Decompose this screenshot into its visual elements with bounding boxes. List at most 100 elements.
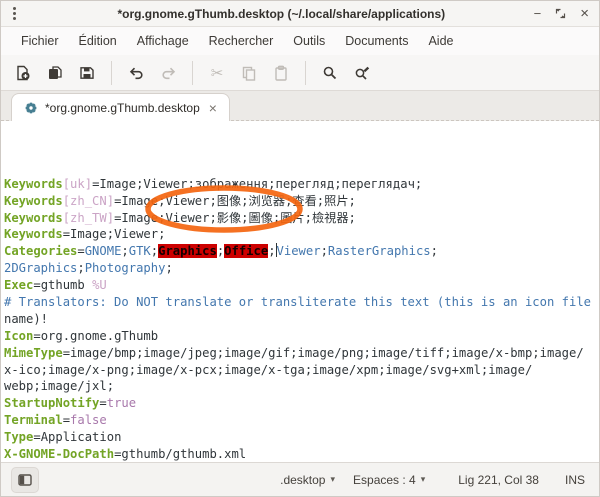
code-segment: Viewer	[277, 244, 321, 258]
code-segment: X-GNOME-DocPath	[4, 447, 114, 461]
code-segment: =	[63, 413, 70, 427]
save-button[interactable]	[71, 59, 103, 87]
window-title: *org.gnome.gThumb.desktop (~/.local/shar…	[29, 7, 534, 21]
window-controls: − ×	[534, 6, 591, 21]
cut-icon: ✂	[211, 64, 224, 82]
redo-button[interactable]	[152, 59, 184, 87]
toolbar-separator	[305, 61, 306, 85]
code-segment: =Application	[33, 430, 121, 444]
code-line: # Translators: Do NOT translate or trans…	[4, 294, 599, 311]
chevron-down-icon: ▾	[330, 474, 335, 485]
code-segment: Office	[224, 244, 268, 258]
gedit-window: *org.gnome.gThumb.desktop (~/.local/shar…	[0, 0, 600, 497]
code-line: Keywords[uk]=Image;Viewer;зображення;пер…	[4, 176, 599, 193]
code-segment: =Image;Viewer;图像;浏览器;查看;照片;	[114, 194, 356, 208]
code-segment: ;	[151, 244, 158, 258]
restore-icon	[555, 8, 566, 19]
cursor-position[interactable]: Lig 221, Col 38	[448, 469, 549, 491]
code-segment: MimeType	[4, 346, 63, 360]
statusbar: .desktop ▾ Espaces : 4 ▾ Lig 221, Col 38…	[1, 462, 599, 496]
search-icon	[322, 65, 338, 81]
code-segment: ;	[165, 261, 172, 275]
code-segment: true	[107, 396, 136, 410]
new-document-button[interactable]	[7, 59, 39, 87]
open-button[interactable]	[39, 59, 71, 87]
code-segment: =gthumb	[33, 278, 92, 292]
tab-width-label: Espaces : 4	[353, 473, 416, 487]
language-selector[interactable]: .desktop ▾	[271, 469, 344, 491]
cut-button[interactable]: ✂	[201, 59, 233, 87]
toolbar: ✂	[1, 55, 599, 91]
titlebar: *org.gnome.gThumb.desktop (~/.local/shar…	[1, 1, 599, 27]
copy-button[interactable]	[233, 59, 265, 87]
text-editor-area[interactable]: Keywords[uk]=Image;Viewer;зображення;пер…	[1, 121, 599, 462]
code-segment: Keywords	[4, 194, 63, 208]
code-line: webp;image/jxl;	[4, 378, 599, 395]
gear-icon	[24, 101, 38, 115]
code-line: name)!	[4, 311, 599, 328]
code-segment: Type	[4, 430, 33, 444]
restore-button[interactable]	[555, 8, 566, 19]
code-segment: =Image;Viewer;зображення;перегляд;перегл…	[92, 177, 422, 191]
code-line: Exec=gthumb %U	[4, 277, 599, 294]
side-panel-icon	[18, 474, 32, 486]
tab-close-button[interactable]: ×	[207, 101, 219, 115]
code-segment: %U	[92, 278, 107, 292]
tab-gthumb-desktop[interactable]: *org.gnome.gThumb.desktop ×	[11, 93, 230, 121]
code-segment: GNOME	[85, 244, 122, 258]
tabbar: *org.gnome.gThumb.desktop ×	[1, 91, 599, 121]
code-line: StartupNotify=true	[4, 395, 599, 412]
close-window-button[interactable]: ×	[580, 6, 589, 21]
code-segment: =org.gnome.gThumb	[33, 329, 158, 343]
code-segment: RasterGraphics	[328, 244, 431, 258]
redo-icon	[160, 65, 177, 81]
code-segment: =Image;Viewer;	[63, 227, 166, 241]
tab-width-selector[interactable]: Espaces : 4 ▾	[344, 469, 434, 491]
code-segment: # Translators: Do NOT translate or trans…	[4, 295, 591, 309]
code-segment: StartupNotify	[4, 396, 99, 410]
code-segment: =Image;Viewer;影像;圖像;圖片;檢視器;	[114, 211, 356, 225]
close-icon: ×	[580, 6, 589, 21]
code-segment: [uk]	[63, 177, 92, 191]
menu-item-documents[interactable]: Documents	[335, 30, 418, 52]
code-segment: webp;image/jxl;	[4, 379, 114, 393]
paste-button[interactable]	[265, 59, 297, 87]
find-replace-button[interactable]	[346, 59, 378, 87]
code-segment: Exec	[4, 278, 33, 292]
menu-item-affichage[interactable]: Affichage	[127, 30, 199, 52]
menu-item-outils[interactable]: Outils	[283, 30, 335, 52]
open-document-icon	[47, 65, 63, 81]
paste-icon	[273, 65, 289, 81]
kebab-menu-icon[interactable]	[9, 7, 29, 20]
menu-item-rechercher[interactable]: Rechercher	[199, 30, 284, 52]
chevron-down-icon: ▾	[421, 474, 426, 485]
search-button[interactable]	[314, 59, 346, 87]
menu-item-aide[interactable]: Aide	[418, 30, 463, 52]
menu-item-fichier[interactable]: Fichier	[11, 30, 69, 52]
minimize-button[interactable]: −	[534, 7, 542, 20]
copy-icon	[241, 65, 257, 81]
code-segment: =image/bmp;image/jpeg;image/gif;image/pn…	[63, 346, 584, 360]
undo-button[interactable]	[120, 59, 152, 87]
code-segment: ;	[77, 261, 84, 275]
side-panel-toggle-button[interactable]	[11, 467, 39, 493]
code-segment: =	[77, 244, 84, 258]
tab-label: *org.gnome.gThumb.desktop	[45, 101, 200, 115]
code-line: Keywords[zh_TW]=Image;Viewer;影像;圖像;圖片;檢視…	[4, 210, 599, 227]
code-line: X-GNOME-DocPath=gthumb/gthumb.xml	[4, 446, 599, 462]
code-segment: [zh_TW]	[63, 211, 114, 225]
code-segment: name)!	[4, 312, 48, 326]
code-segment: Terminal	[4, 413, 63, 427]
code-segment: [zh_CN]	[63, 194, 114, 208]
code-segment: GTK	[129, 244, 151, 258]
code-segment: 2DGraphics	[4, 261, 77, 275]
menu-item-edition[interactable]: Édition	[69, 30, 127, 52]
code-segment: Keywords	[4, 227, 63, 241]
insert-mode-indicator[interactable]: INS	[555, 469, 589, 491]
code-segment: =	[99, 396, 106, 410]
undo-icon	[128, 65, 145, 81]
code-line: Categories=GNOME;GTK;Graphics;Office;Vie…	[4, 243, 599, 260]
code-segment: ;	[268, 244, 275, 258]
code-line: Keywords=Image;Viewer;	[4, 226, 599, 243]
code-line: Type=Application	[4, 429, 599, 446]
